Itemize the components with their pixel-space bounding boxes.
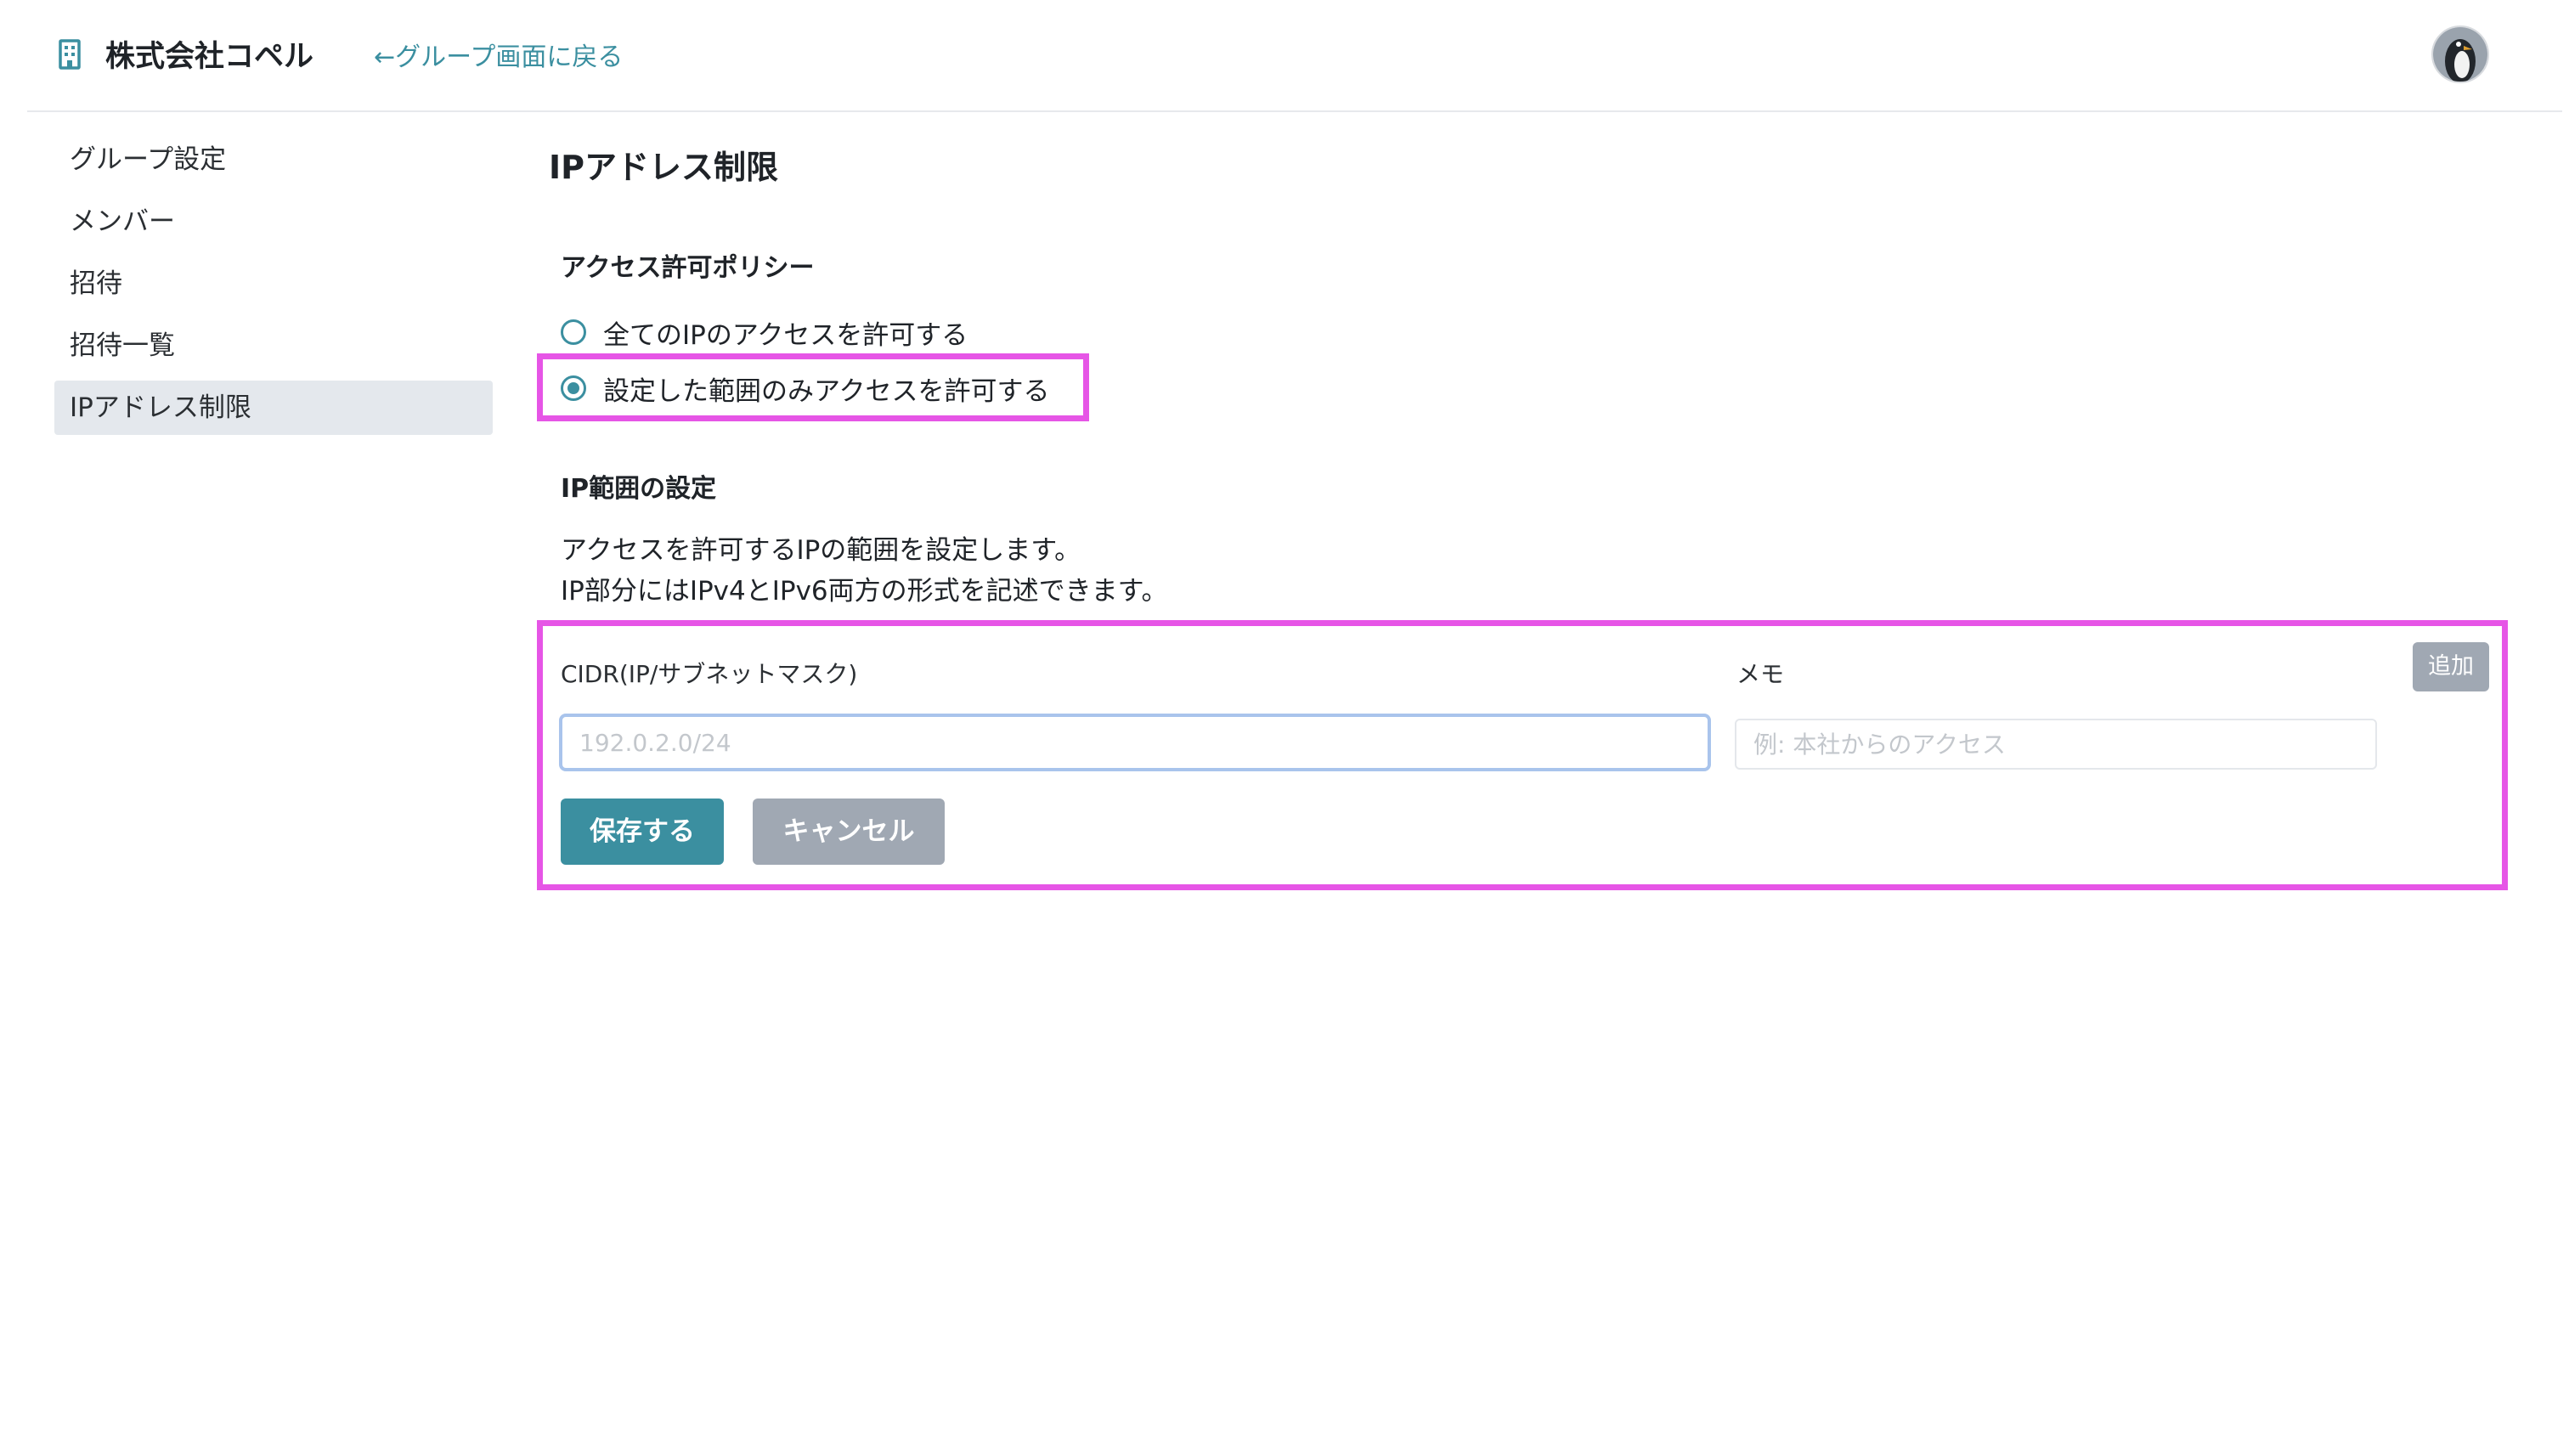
description-line: アクセスを許可するIPの範囲を設定します。 xyxy=(561,535,1081,566)
settings-sidebar: グループ設定 メンバー 招待 招待一覧 IPアドレス制限 xyxy=(54,133,493,443)
sidebar-item-invite-list[interactable]: 招待一覧 xyxy=(54,319,493,373)
memo-label: メモ xyxy=(1736,660,1785,688)
memo-input[interactable] xyxy=(1735,719,2377,770)
back-to-group-link[interactable]: ←グループ画面に戻る xyxy=(374,36,623,73)
cidr-label: CIDR(IP/サブネットマスク) xyxy=(561,660,858,688)
building-icon xyxy=(53,37,87,71)
page-title: IPアドレス制限 xyxy=(549,149,778,186)
radio-button-checked[interactable] xyxy=(561,375,586,401)
add-button[interactable]: 追加 xyxy=(2413,642,2489,691)
cancel-button[interactable]: キャンセル xyxy=(753,799,945,865)
user-avatar[interactable] xyxy=(2431,25,2489,83)
sidebar-item-group-settings[interactable]: グループ設定 xyxy=(54,133,493,187)
radio-allow-range-only[interactable]: 設定した範囲のみアクセスを許可する xyxy=(561,367,1049,409)
sidebar-item-label: グループ設定 xyxy=(70,144,227,175)
sidebar-item-label: IPアドレス制限 xyxy=(70,392,251,423)
radio-label: 設定した範囲のみアクセスを許可する xyxy=(603,375,1050,407)
sidebar-item-members[interactable]: メンバー xyxy=(54,195,493,249)
cidr-input[interactable] xyxy=(559,714,1711,771)
sidebar-item-ip-restriction[interactable]: IPアドレス制限 xyxy=(54,381,493,435)
org-name: 株式会社コペル xyxy=(105,40,314,74)
sidebar-item-label: 招待一覧 xyxy=(70,330,175,361)
ip-range-description: アクセスを許可するIPの範囲を設定します。 IP部分にはIPv4とIPv6両方の… xyxy=(561,530,1168,612)
radio-label: 全てのIPのアクセスを許可する xyxy=(603,319,968,351)
sidebar-item-invite[interactable]: 招待 xyxy=(54,257,493,311)
penguin-avatar-icon xyxy=(2433,27,2487,82)
sidebar-item-label: メンバー xyxy=(70,206,175,237)
sidebar-item-label: 招待 xyxy=(70,268,122,299)
policy-heading: アクセス許可ポリシー xyxy=(561,253,815,283)
radio-allow-all[interactable]: 全てのIPのアクセスを許可する xyxy=(561,311,968,353)
description-line: IP部分にはIPv4とIPv6両方の形式を記述できます。 xyxy=(561,576,1168,607)
radio-button[interactable] xyxy=(561,319,586,345)
ip-range-heading: IP範囲の設定 xyxy=(561,474,717,504)
save-button[interactable]: 保存する xyxy=(561,799,724,865)
